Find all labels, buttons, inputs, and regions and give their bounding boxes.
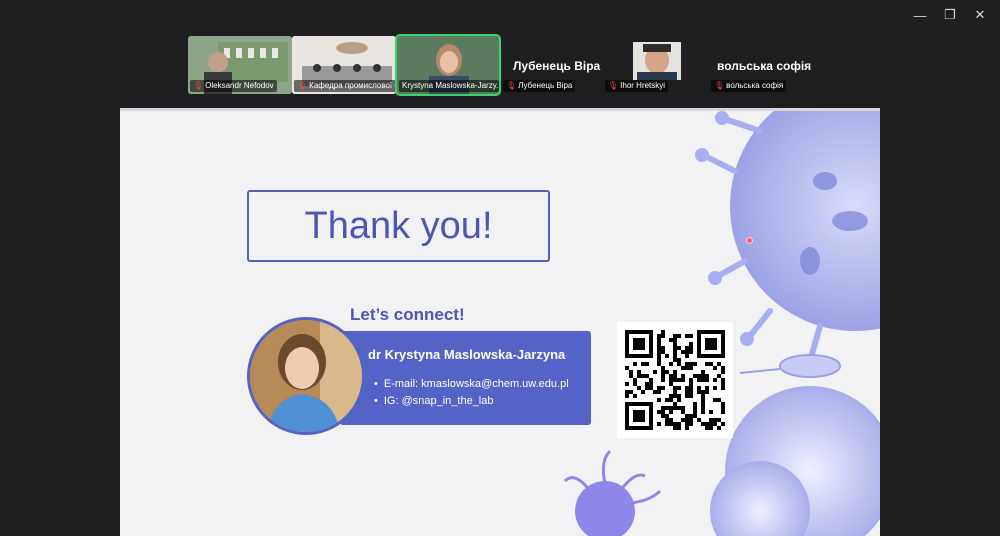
contact-card: dr Krystyna Maslowska-Jarzyna E-mail: km… <box>340 331 591 425</box>
qr-code <box>617 322 733 438</box>
participant-tile-3[interactable]: Krystyna Maslowska-Jarzy... <box>395 34 501 96</box>
participant-tile-6[interactable]: вольська софія 🎙 вольська софія <box>709 36 813 94</box>
mic-muted-icon: 🎙 <box>193 81 204 90</box>
mic-muted-icon: 🎙 <box>506 81 517 90</box>
participant-tile-2[interactable]: 🎙Кафедра промислової фа... <box>292 36 396 94</box>
window-controls: — ❐ ✕ <box>908 6 992 24</box>
participant-tile-5[interactable]: 🎙 Ihor Hretskyi <box>605 36 709 94</box>
thank-you-title: Thank you! <box>247 190 550 262</box>
speaker-portrait <box>250 320 362 432</box>
qr-code-pattern <box>625 330 725 430</box>
close-icon: ✕ <box>974 7 986 22</box>
participant-label: 🎙 вольська софія <box>711 80 787 92</box>
contact-name: dr Krystyna Maslowska-Jarzyna <box>368 347 566 362</box>
contact-instagram: IG: @snap_in_the_lab <box>374 393 569 410</box>
participant-display-name: Лубенець Віра <box>513 59 601 73</box>
participant-tile-4[interactable]: Лубенець Віра 🎙 Лубенець Віра <box>501 36 605 94</box>
restore-icon: ❐ <box>944 7 956 22</box>
mic-muted-icon: 🎙 <box>714 81 725 90</box>
minimize-button[interactable]: — <box>908 6 932 24</box>
participant-display-name: вольська софія <box>717 59 812 73</box>
laser-pointer-icon <box>746 237 753 244</box>
shared-slide: Thank you! Let’s connect! dr Krystyna Ma… <box>120 108 880 536</box>
participant-label: 🎙 Oleksandr Nefodov <box>190 80 277 92</box>
contact-list: E-mail: kmaslowska@chem.uw.edu.pl IG: @s… <box>374 376 569 410</box>
participant-label: 🎙Кафедра промислової фа... <box>294 80 396 92</box>
restore-button[interactable]: ❐ <box>938 6 962 24</box>
participant-label: 🎙 Лубенець Віра <box>503 80 576 92</box>
lets-connect-heading: Let’s connect! <box>350 305 465 324</box>
minimize-icon: — <box>913 7 927 23</box>
participant-label: 🎙 Ihor Hretskyi <box>605 80 669 92</box>
participant-tile-1[interactable]: 🎙 Oleksandr Nefodov <box>188 36 292 94</box>
participant-label: Krystyna Maslowska-Jarzy... <box>399 80 499 92</box>
close-button[interactable]: ✕ <box>968 6 992 24</box>
contact-email: E-mail: kmaslowska@chem.uw.edu.pl <box>374 376 569 393</box>
mic-muted-icon: 🎙 <box>297 81 308 90</box>
speaker-photo <box>247 317 365 435</box>
virus-illustration <box>563 111 880 536</box>
mic-muted-icon: 🎙 <box>608 81 619 90</box>
